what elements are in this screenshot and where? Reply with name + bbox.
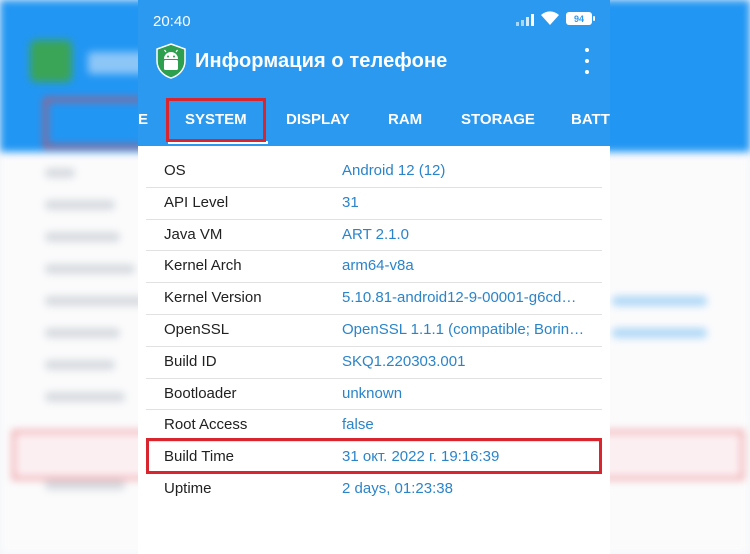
background-line <box>45 328 120 338</box>
background-line <box>612 328 707 338</box>
tab-ram[interactable]: RAM <box>388 98 422 142</box>
tab-display[interactable]: DISPLAY <box>286 98 350 142</box>
row-key: OS <box>164 162 186 179</box>
row-value: arm64-v8a <box>342 257 414 275</box>
table-row: Bootloader unknown <box>146 379 602 411</box>
status-time: 20:40 <box>153 13 191 30</box>
android-shield-icon <box>156 43 186 79</box>
row-key: Kernel Version <box>164 289 262 307</box>
tab-partial-left[interactable]: E <box>138 98 148 142</box>
row-key: Kernel Arch <box>164 257 242 275</box>
tab-battery-partial[interactable]: BATT <box>571 98 610 142</box>
background-line <box>45 264 135 274</box>
background-app-icon <box>30 40 72 82</box>
row-value: 31 <box>342 193 359 211</box>
row-key: Uptime <box>164 479 212 497</box>
row-key: Root Access <box>164 416 248 434</box>
table-row: Java VM ART 2.1.0 <box>146 220 602 252</box>
wifi-icon <box>541 11 559 25</box>
background-line <box>45 296 145 306</box>
row-key: Build ID <box>164 352 217 370</box>
signal-icon <box>516 12 534 26</box>
table-row: OpenSSL OpenSSL 1.1.1 (compatible; Borin… <box>146 315 602 347</box>
status-icons: 94 <box>516 11 595 26</box>
background-tab-box <box>44 98 150 148</box>
row-value: unknown <box>342 384 403 402</box>
background-line <box>45 200 115 210</box>
table-row: Kernel Version 5.10.81-android12-9-00001… <box>146 283 602 315</box>
row-value: ART 2.1.0 <box>342 225 409 243</box>
row-value: Android 12 (12) <box>342 162 446 179</box>
background-line <box>612 296 707 306</box>
background-line <box>45 232 120 242</box>
table-row: Kernel Arch arm64-v8a <box>146 251 602 284</box>
tab-storage[interactable]: STORAGE <box>461 98 535 142</box>
table-row: OS Android 12 (12) <box>146 156 602 188</box>
row-value: SKQ1.220303.001 <box>342 352 466 370</box>
background-line <box>45 480 125 490</box>
row-value: false <box>342 416 374 434</box>
row-value: 2 days, 01:23:38 <box>342 479 453 497</box>
row-value: 5.10.81-android12-9-00001-g6cd… <box>342 289 577 307</box>
row-key: API Level <box>164 193 229 211</box>
background-line <box>45 360 115 370</box>
row-key: OpenSSL <box>164 320 230 338</box>
background-line <box>45 392 125 402</box>
build-time-highlight-box <box>146 438 602 474</box>
more-vert-icon[interactable] <box>582 48 592 74</box>
row-value: OpenSSL 1.1.1 (compatible; Borin… <box>342 320 585 338</box>
table-row: Build ID SKQ1.220303.001 <box>146 347 602 379</box>
background-line <box>45 168 75 178</box>
row-key: Java VM <box>164 225 223 243</box>
battery-icon: 94 <box>566 12 595 25</box>
system-tab-highlight-box <box>166 98 266 142</box>
table-row: API Level 31 <box>146 188 602 220</box>
table-row: Uptime 2 days, 01:23:38 <box>146 474 602 506</box>
app-title: Информация о телефоне <box>195 50 448 72</box>
row-key: Bootloader <box>164 384 237 402</box>
